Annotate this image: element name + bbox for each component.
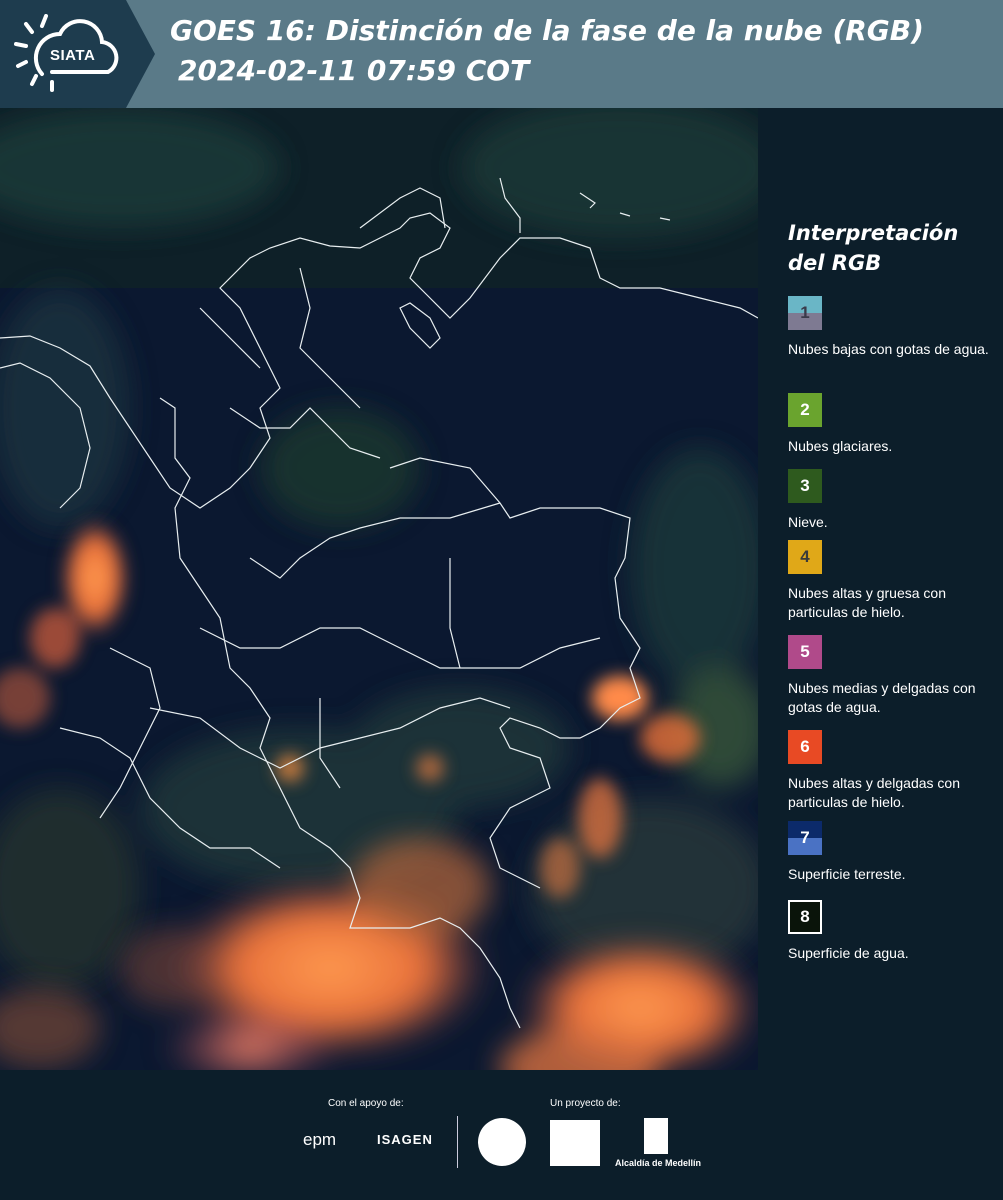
support-label: Con el apoyo de: — [328, 1098, 404, 1109]
legend-swatch-1: 1 — [788, 296, 822, 330]
legend-number: 1 — [800, 303, 810, 322]
divider — [457, 1116, 458, 1168]
page-title: GOES 16: Distinción de la fase de la nub… — [170, 14, 924, 47]
legend-number: 2 — [800, 400, 810, 419]
legend-swatch-3: 3 — [788, 469, 822, 503]
alcaldia-logo: Alcaldía de Medellín — [612, 1118, 702, 1170]
legend-swatch-8: 8 — [788, 900, 822, 934]
alcaldia-label: Alcaldía de Medellín — [614, 1158, 702, 1168]
legend-description: Superficie de agua. — [788, 945, 909, 961]
legend-swatch-5: 5 — [788, 635, 822, 669]
legend-description: Nubes altas y delgadas con particulas de… — [788, 775, 960, 810]
legend-swatch-2: 2 — [788, 393, 822, 427]
siata-logo: SIATA — [0, 0, 155, 108]
legend-description: Nubes glaciares. — [788, 438, 893, 454]
legend-swatch-7: 7 — [788, 821, 822, 855]
legend-description: Nubes bajas con gotas de agua. — [788, 341, 989, 357]
legend-description: Superficie terreste. — [788, 866, 906, 882]
page-timestamp: 2024-02-11 07:59 COT — [178, 54, 530, 87]
project-label: Un proyecto de: — [550, 1098, 621, 1109]
legend-number: 5 — [800, 642, 810, 661]
legend-swatch-4: 4 — [788, 540, 822, 574]
legend-number: 6 — [800, 737, 810, 756]
satellite-map — [0, 108, 758, 1070]
legend-number: 4 — [800, 547, 810, 566]
legend-description: Nubes medias y delgadas con gotas de agu… — [788, 680, 976, 715]
header: SIATA GOES 16: Distinción de la fase de … — [0, 0, 1003, 108]
legend-number: 7 — [800, 828, 810, 847]
medellin-seal-logo — [478, 1118, 526, 1166]
legend-description: Nubes altas y gruesa con particulas de h… — [788, 585, 946, 620]
area-metropolitana-logo — [550, 1120, 600, 1166]
alcaldia-shield-icon — [644, 1118, 668, 1154]
isagen-logo: ISAGEN — [377, 1132, 433, 1147]
logo-text: SIATA — [50, 47, 96, 64]
legend-number: 8 — [800, 907, 810, 926]
footer: Con el apoyo de: Un proyecto de: epm ISA… — [0, 1070, 1003, 1200]
legend-description: Nieve. — [788, 514, 828, 530]
legend-number: 3 — [800, 476, 810, 495]
satellite-image — [0, 108, 758, 1070]
legend-swatch-6: 6 — [788, 730, 822, 764]
legend-title: Interpretación del RGB — [788, 221, 959, 275]
legend-panel: Interpretación del RGB 1 Nubes bajas con … — [758, 108, 1003, 1070]
epm-logo: epm — [303, 1130, 337, 1149]
